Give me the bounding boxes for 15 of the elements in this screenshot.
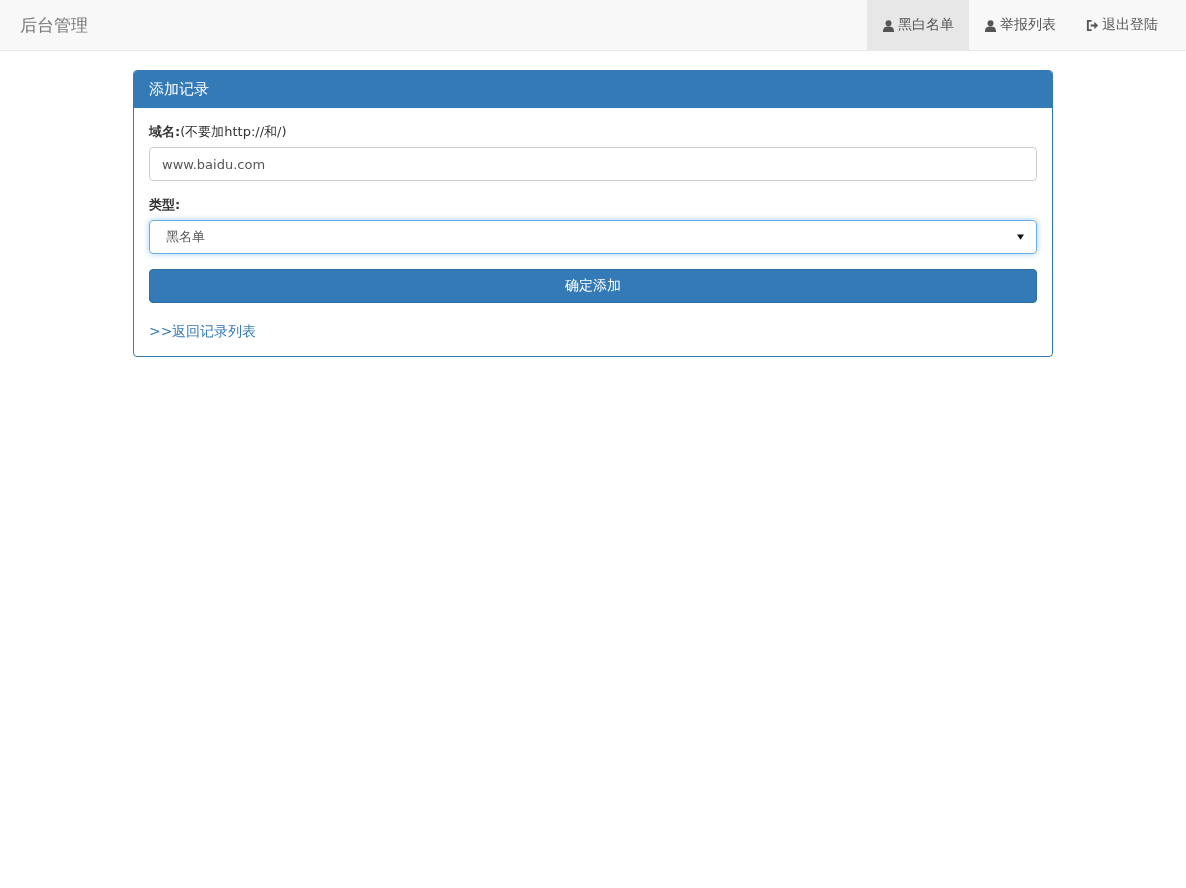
back-link[interactable]: >>返回记录列表 <box>149 323 257 341</box>
field-label: 类型: <box>149 196 182 214</box>
nav-link[interactable]: 黑白名单 <box>867 0 969 50</box>
domain-input[interactable]: www.baidu.com <box>149 147 1037 181</box>
user-icon <box>882 18 895 32</box>
panel-title: 添加记录 <box>134 71 1052 108</box>
nav-link[interactable]: 退出登陆 <box>1071 0 1173 50</box>
type-select[interactable]: 黑名单 <box>149 220 1037 254</box>
user-icon <box>984 18 997 32</box>
caret-icon <box>1017 234 1024 240</box>
submit-button[interactable]: 确定添加 <box>149 269 1037 303</box>
nav-link[interactable]: 举报列表 <box>969 0 1071 50</box>
field-label: 域名:(不要加http://和/) <box>149 123 288 141</box>
brand-title[interactable]: 后台管理 <box>0 0 108 50</box>
logout-icon <box>1086 18 1099 32</box>
